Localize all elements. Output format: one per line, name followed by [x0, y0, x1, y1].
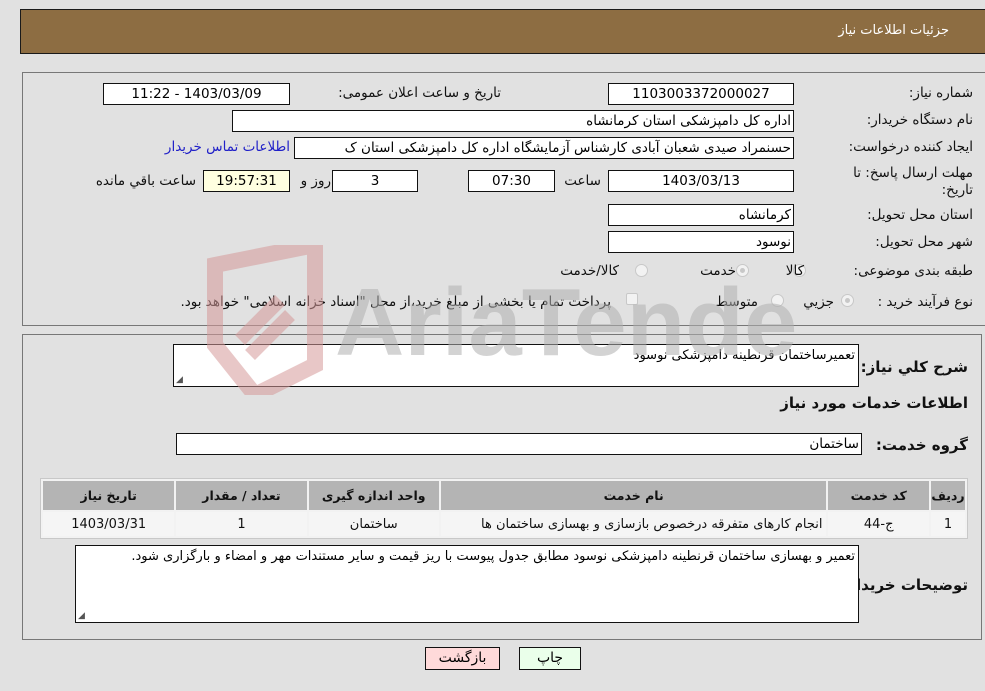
- buyer-notes-textarea[interactable]: تعمیر و بهسازی ساختمان قرنطینه دامپزشکی …: [75, 545, 859, 623]
- resize-handle-icon[interactable]: ◢: [176, 376, 183, 385]
- treasury-note: پرداخت تمام یا بخشی از مبلغ خرید،از محل …: [180, 294, 611, 310]
- resize-handle-icon[interactable]: ◢: [78, 612, 85, 621]
- table-row: 1 ج-44 انجام کارهای متفرقه درخصوص بازساز…: [43, 512, 965, 536]
- purchase-option-medium: متوسط: [715, 294, 758, 310]
- days-remaining-field[interactable]: 3: [332, 170, 418, 192]
- category-radio-goods-service[interactable]: [635, 264, 648, 277]
- province-label: استان محل تحویل:: [867, 207, 973, 223]
- deadline-time-field[interactable]: 07:30: [468, 170, 555, 192]
- need-info-panel: شماره نیاز: 1103003372000027 تاریخ و ساع…: [22, 72, 985, 326]
- category-option-service: خدمت: [700, 263, 736, 279]
- col-need-date: تاریخ نیاز: [43, 481, 175, 510]
- buyer-org-field[interactable]: اداره کل دامپزشکی استان کرمانشاه: [232, 110, 794, 132]
- back-button[interactable]: بازگشت: [425, 647, 500, 670]
- summary-textarea[interactable]: تعمیرساختمان قرنطینه دامپزشکی نوسود ◢: [173, 344, 859, 387]
- category-option-goods-service: کالا/خدمت: [560, 263, 619, 279]
- services-heading: اطلاعات خدمات مورد نیاز: [780, 394, 968, 412]
- cell-service-name: انجام کارهای متفرقه درخصوص بازسازی و بهس…: [440, 512, 827, 536]
- purchase-radio-minor[interactable]: [841, 294, 854, 307]
- summary-text: تعمیرساختمان قرنطینه دامپزشکی نوسود: [633, 348, 855, 363]
- page-header: جزئیات اطلاعات نیاز: [20, 9, 985, 54]
- col-row-number: ردیف: [930, 481, 965, 510]
- col-service-code: کد خدمت: [828, 481, 929, 510]
- cell-unit: ساختمان: [308, 512, 439, 536]
- city-field[interactable]: نوسود: [608, 231, 794, 253]
- col-service-name: نام خدمت: [440, 481, 827, 510]
- buyer-org-label: نام دستگاه خریدار:: [866, 112, 973, 128]
- service-group-label: گروه خدمت:: [875, 436, 968, 454]
- page-title: جزئیات اطلاعات نیاز: [838, 23, 949, 38]
- announce-datetime-field[interactable]: 1403/03/09 - 11:22: [103, 83, 290, 105]
- service-group-field[interactable]: ساختمان: [176, 433, 862, 455]
- city-label: شهر محل تحویل:: [875, 234, 973, 250]
- col-unit: واحد اندازه گیری: [308, 481, 439, 510]
- province-field[interactable]: کرمانشاه: [608, 204, 794, 226]
- need-details-panel: شرح کلي نياز: تعمیرساختمان قرنطینه دامپز…: [22, 334, 982, 640]
- purchase-radio-medium[interactable]: [771, 294, 784, 307]
- category-radio-service[interactable]: [736, 264, 749, 277]
- time-remaining-field[interactable]: 19:57:31: [203, 170, 290, 192]
- services-table-header: ردیف کد خدمت نام خدمت واحد اندازه گیری ت…: [43, 481, 965, 510]
- cell-service-code: ج-44: [828, 512, 929, 536]
- time-remaining-label: ساعت باقي مانده: [95, 173, 196, 189]
- cell-row-number: 1: [930, 512, 965, 536]
- requester-label: ایجاد کننده درخواست:: [848, 139, 973, 155]
- cell-need-date: 1403/03/31: [43, 512, 175, 536]
- treasury-checkbox[interactable]: [626, 293, 638, 305]
- deadline-date-field[interactable]: 1403/03/13: [608, 170, 794, 192]
- print-button[interactable]: چاپ: [519, 647, 581, 670]
- deadline-label: مهلت ارسال پاسخ: تا تاریخ:: [853, 165, 973, 198]
- deadline-time-label: ساعت: [564, 173, 601, 189]
- category-label: طبقه بندی موضوعی:: [853, 263, 973, 279]
- services-table: ردیف کد خدمت نام خدمت واحد اندازه گیری ت…: [40, 478, 968, 539]
- purchase-option-minor: جزيي: [803, 294, 834, 310]
- buyer-notes-label: توضیحات خریدار:: [841, 576, 968, 594]
- col-quantity: تعداد / مقدار: [176, 481, 307, 510]
- cell-quantity: 1: [176, 512, 307, 536]
- need-number-field[interactable]: 1103003372000027: [608, 83, 794, 105]
- buyer-contact-link[interactable]: اطلاعات تماس خریدار: [165, 139, 290, 155]
- category-option-goods: کالا: [785, 263, 804, 279]
- buyer-notes-text: تعمیر و بهسازی ساختمان قرنطینه دامپزشکی …: [131, 549, 855, 564]
- need-number-label: شماره نیاز:: [908, 85, 973, 101]
- requester-field[interactable]: حسنمراد صیدی شعبان آبادی کارشناس آزمایشگ…: [294, 137, 794, 159]
- announce-datetime-label: تاریخ و ساعت اعلان عمومی:: [338, 85, 501, 101]
- purchase-type-label: نوع فرآیند خرید :: [877, 294, 973, 310]
- summary-label: شرح کلي نياز:: [860, 358, 968, 376]
- days-label: روز و: [300, 173, 331, 189]
